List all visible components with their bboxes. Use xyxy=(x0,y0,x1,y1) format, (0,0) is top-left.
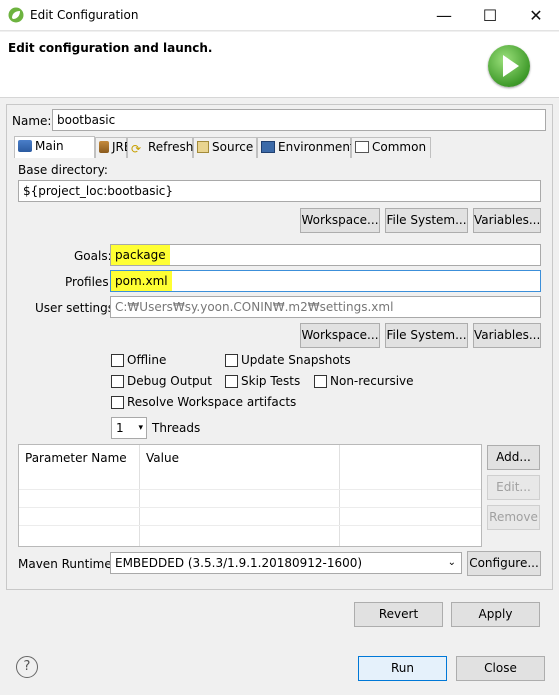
tab-refresh[interactable]: ⟳ Refresh xyxy=(127,137,193,158)
dialog-heading: Edit configuration and launch. xyxy=(8,41,213,55)
spring-leaf-icon xyxy=(8,7,24,23)
tab-source[interactable]: Source xyxy=(193,137,257,158)
skip-tests-label: Skip Tests xyxy=(241,374,301,388)
profiles-value: pom.xml xyxy=(111,271,172,291)
configure-button[interactable]: Configure... xyxy=(467,551,541,576)
revert-button[interactable]: Revert xyxy=(354,602,443,627)
parameter-table[interactable]: Parameter Name Value xyxy=(18,444,482,547)
tab-common[interactable]: Common xyxy=(351,137,431,158)
tab-main[interactable]: Main xyxy=(14,136,95,158)
column-value: Value xyxy=(146,451,179,465)
debug-output-checkbox[interactable] xyxy=(111,375,124,388)
variables-button[interactable]: Variables... xyxy=(473,208,541,233)
maven-m2-icon xyxy=(18,140,32,152)
help-icon[interactable]: ? xyxy=(16,656,38,678)
file-system-button[interactable]: File System... xyxy=(385,208,468,233)
resolve-workspace-label: Resolve Workspace artifacts xyxy=(127,395,297,409)
threads-value: 1 xyxy=(116,421,124,435)
chevron-down-icon: ⌄ xyxy=(447,557,456,568)
environment-icon xyxy=(261,141,275,153)
base-directory-field[interactable]: ${project_loc:bootbasic} xyxy=(18,180,541,202)
goals-value: package xyxy=(111,245,170,265)
run-launch-icon xyxy=(488,45,530,87)
add-parameter-button[interactable]: Add... xyxy=(487,445,540,470)
minimize-icon: — xyxy=(436,6,452,25)
name-field[interactable]: bootbasic xyxy=(52,109,546,131)
threads-label: Threads xyxy=(152,421,201,435)
offline-label: Offline xyxy=(127,353,167,367)
dialog-header: Edit configuration and launch. xyxy=(0,32,559,98)
goals-label: Goals: xyxy=(74,249,112,263)
jre-icon xyxy=(99,141,109,153)
user-settings-field[interactable]: C:₩Users₩sy.yoon.CONIN₩.m2₩settings.xml xyxy=(110,296,541,318)
window-title: Edit Configuration xyxy=(30,8,139,22)
remove-parameter-button[interactable]: Remove xyxy=(487,505,540,530)
maven-runtime-label: Maven Runtime: xyxy=(18,557,116,571)
minimize-button[interactable]: — xyxy=(421,0,467,31)
non-recursive-checkbox[interactable] xyxy=(314,375,327,388)
maximize-button[interactable]: ☐ xyxy=(467,0,513,31)
source-icon xyxy=(197,141,209,153)
close-button[interactable]: Close xyxy=(456,656,545,681)
tab-jre[interactable]: JRE xyxy=(95,137,131,158)
maven-runtime-select[interactable]: EMBEDDED (3.5.3/1.9.1.20180912-1600) ⌄ xyxy=(110,552,462,574)
run-button[interactable]: Run xyxy=(358,656,447,681)
threads-select[interactable]: 1 ▾ xyxy=(111,417,147,439)
tab-environment[interactable]: Environment xyxy=(257,137,355,158)
apply-button[interactable]: Apply xyxy=(451,602,540,627)
update-snapshots-label: Update Snapshots xyxy=(241,353,351,367)
profiles-field[interactable]: pom.xml xyxy=(110,270,541,292)
skip-tests-checkbox[interactable] xyxy=(225,375,238,388)
offline-checkbox[interactable] xyxy=(111,354,124,367)
name-label: Name: xyxy=(12,114,52,128)
profiles-label: Profiles: xyxy=(65,275,113,289)
resolve-workspace-checkbox[interactable] xyxy=(111,396,124,409)
update-snapshots-checkbox[interactable] xyxy=(225,354,238,367)
settings-workspace-button[interactable]: Workspace... xyxy=(300,323,380,348)
title-bar: Edit Configuration — ☐ ✕ xyxy=(0,0,559,31)
debug-output-label: Debug Output xyxy=(127,374,212,388)
user-settings-label: User settings: xyxy=(35,301,119,315)
settings-file-system-button[interactable]: File System... xyxy=(385,323,468,348)
goals-field[interactable]: package xyxy=(110,244,541,266)
chevron-down-icon: ▾ xyxy=(138,423,143,433)
base-directory-label: Base directory: xyxy=(18,163,108,177)
workspace-button[interactable]: Workspace... xyxy=(300,208,380,233)
column-parameter-name: Parameter Name xyxy=(25,451,127,465)
settings-variables-button[interactable]: Variables... xyxy=(473,323,541,348)
maven-runtime-value: EMBEDDED (3.5.3/1.9.1.20180912-1600) xyxy=(115,556,363,570)
refresh-icon: ⟳ xyxy=(131,142,142,156)
non-recursive-label: Non-recursive xyxy=(330,374,414,388)
close-window-button[interactable]: ✕ xyxy=(513,0,559,31)
close-icon: ✕ xyxy=(529,6,543,25)
maximize-icon: ☐ xyxy=(482,6,498,25)
edit-parameter-button[interactable]: Edit... xyxy=(487,475,540,500)
common-icon xyxy=(355,141,369,153)
